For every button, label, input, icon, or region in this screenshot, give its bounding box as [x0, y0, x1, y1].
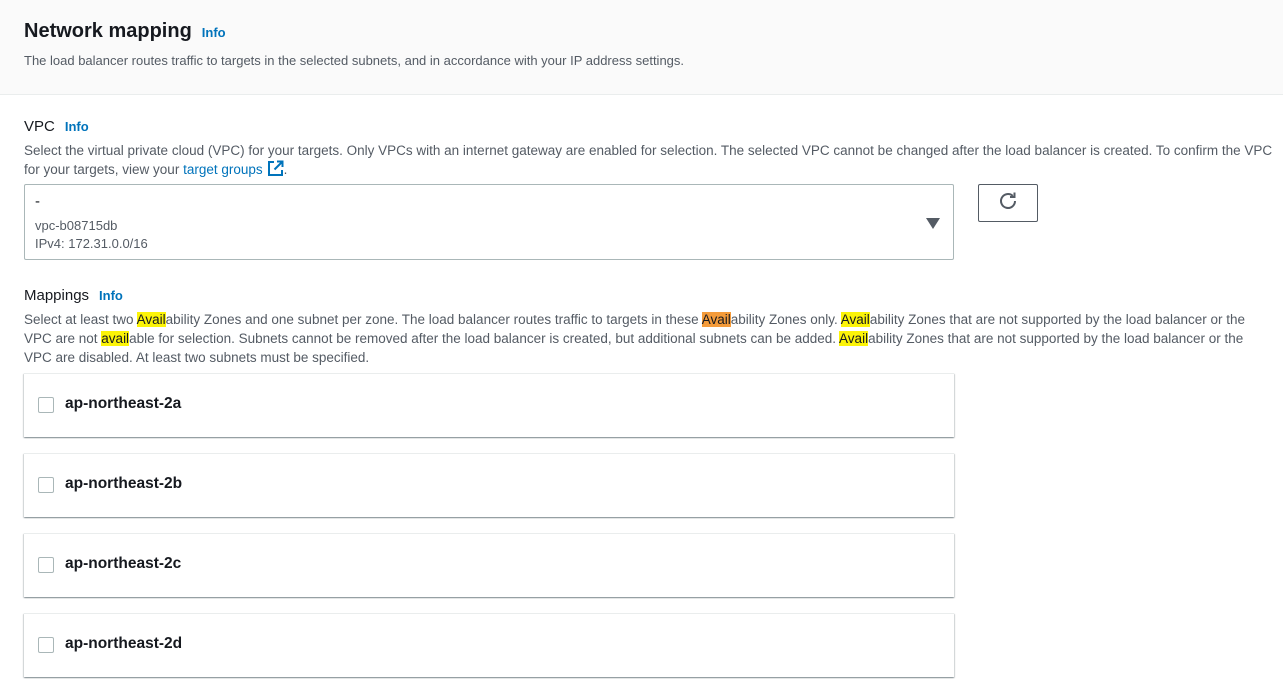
title-row: Network mapping Info	[24, 20, 226, 43]
vpc-label: VPC	[24, 118, 55, 135]
az-label[interactable]: ap-northeast-2d	[65, 635, 182, 653]
caret-down-icon	[926, 216, 940, 234]
az-card-ap-northeast-2d: ap-northeast-2d	[24, 613, 954, 677]
mappings-label-row: Mappings Info	[24, 287, 123, 304]
az-card-ap-northeast-2a: ap-northeast-2a	[24, 373, 954, 437]
mappings-label: Mappings	[24, 287, 90, 304]
vpc-info-link[interactable]: Info	[65, 119, 89, 134]
mappings-desc-part: ability Zones and one subnet per zone. T…	[165, 312, 702, 327]
vpc-label-row: VPC Info	[24, 118, 89, 135]
page-title: Network mapping	[24, 20, 192, 42]
vpc-refresh-button[interactable]	[978, 184, 1038, 222]
mappings-desc-part: able for selection. Subnets cannot be re…	[129, 331, 840, 346]
search-highlight: Avail	[136, 312, 166, 327]
mappings-desc-part: ability Zones only.	[730, 312, 841, 327]
external-link-icon	[267, 160, 284, 182]
az-label[interactable]: ap-northeast-2a	[65, 395, 181, 413]
vpc-selected-id: vpc-b08715db	[35, 218, 118, 233]
target-groups-link[interactable]: target groups	[183, 160, 284, 177]
mappings-description: Select at least two Availability Zones a…	[24, 310, 1274, 367]
target-groups-link-label: target groups	[183, 162, 263, 177]
search-highlight-current: Avail	[701, 312, 731, 327]
section-header: Network mapping Info The load balancer r…	[0, 0, 1283, 95]
vpc-description: Select the virtual private cloud (VPC) f…	[24, 141, 1274, 182]
mappings-info-link[interactable]: Info	[99, 288, 123, 303]
az-checkbox-ap-northeast-2c[interactable]	[38, 557, 54, 573]
vpc-selected-cidr: IPv4: 172.31.0.0/16	[35, 236, 148, 251]
vpc-selected-name: -	[35, 193, 40, 210]
refresh-icon	[997, 190, 1019, 217]
az-card-ap-northeast-2c: ap-northeast-2c	[24, 533, 954, 597]
mappings-desc-part: Select at least two	[24, 312, 137, 327]
search-highlight: Avail	[840, 312, 870, 327]
az-label[interactable]: ap-northeast-2b	[65, 475, 182, 493]
search-highlight: avail	[101, 331, 130, 346]
az-card-ap-northeast-2b: ap-northeast-2b	[24, 453, 954, 517]
az-checkbox-ap-northeast-2a[interactable]	[38, 397, 54, 413]
search-highlight: Avail	[839, 331, 869, 346]
network-mapping-info-link[interactable]: Info	[202, 25, 226, 40]
az-checkbox-ap-northeast-2b[interactable]	[38, 477, 54, 493]
section-description: The load balancer routes traffic to targ…	[24, 53, 685, 68]
vpc-select[interactable]: - vpc-b08715db IPv4: 172.31.0.0/16	[24, 184, 954, 260]
vpc-description-end: .	[283, 162, 288, 177]
az-checkbox-ap-northeast-2d[interactable]	[38, 637, 54, 653]
az-label[interactable]: ap-northeast-2c	[65, 555, 181, 573]
